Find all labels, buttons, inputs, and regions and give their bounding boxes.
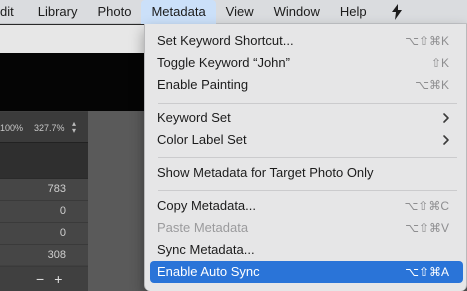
menu-item-keyword-set[interactable]: Keyword Set (150, 107, 463, 129)
stat-value: 783 (0, 179, 88, 201)
menu-window[interactable]: Window (264, 0, 330, 24)
stat-value: 308 (0, 245, 88, 267)
stat-value: 0 (0, 201, 88, 223)
menu-item-label: Copy Metadata... (157, 198, 256, 213)
menu-library[interactable]: Library (28, 0, 88, 24)
menu-view[interactable]: View (216, 0, 264, 24)
menu-item-copy-metadata[interactable]: Copy Metadata... ⌥⇧⌘C (150, 195, 463, 217)
stats-list: 783 0 0 308 (0, 178, 88, 267)
minus-button[interactable]: − (36, 271, 44, 287)
menu-item-color-label-set[interactable]: Color Label Set (150, 129, 463, 151)
menu-item-label: Toggle Keyword “John” (157, 55, 290, 70)
stat-value: 0 (0, 223, 88, 245)
menu-item-label: Color Label Set (157, 132, 247, 147)
menu-separator (158, 103, 457, 104)
menu-item-enable-auto-sync[interactable]: Enable Auto Sync ⌥⇧⌘A (150, 261, 463, 283)
shortcut-label: ⇧K (430, 56, 449, 70)
menu-item-label: Enable Auto Sync (157, 264, 260, 279)
zoom-stepper-icon[interactable]: ▴ ▾ (72, 120, 76, 135)
shortcut-label: ⌥⇧⌘K (405, 34, 449, 48)
menu-item-show-metadata-target[interactable]: Show Metadata for Target Photo Only (150, 162, 463, 184)
shortcut-label: ⌥⇧⌘A (405, 265, 449, 279)
menu-item-label: Enable Painting (157, 77, 249, 92)
menu-help[interactable]: Help (330, 0, 377, 24)
menu-item-label: Paste Metadata (157, 220, 249, 235)
chevron-right-icon (443, 135, 449, 145)
shortcut-label: ⌥⇧⌘C (404, 199, 449, 213)
chevron-right-icon (443, 113, 449, 123)
menu-item-label: Show Metadata for Target Photo Only (157, 165, 374, 180)
menu-separator (158, 157, 457, 158)
shortcut-label: ⌥⌘K (415, 78, 449, 92)
menu-item-set-keyword-shortcut[interactable]: Set Keyword Shortcut... ⌥⇧⌘K (150, 30, 463, 52)
zoom-100[interactable]: 100% (0, 123, 23, 133)
menu-bar: dit Library Photo Metadata View Window H… (0, 0, 467, 24)
menu-item-sync-metadata[interactable]: Sync Metadata... (150, 239, 463, 261)
shortcut-label: ⌥⇧⌘V (405, 221, 449, 235)
metadata-menu: Set Keyword Shortcut... ⌥⇧⌘K Toggle Keyw… (144, 24, 467, 291)
menu-item-enable-painting[interactable]: Enable Painting ⌥⌘K (150, 74, 463, 96)
navigator-zoom-row: 100% 327.7% ▴ ▾ (0, 112, 88, 143)
menu-item-label: Sync Metadata... (157, 242, 255, 257)
menu-metadata[interactable]: Metadata (141, 0, 216, 24)
menu-photo[interactable]: Photo (87, 0, 141, 24)
menu-edit[interactable]: dit (0, 0, 28, 24)
lightroom-helper-icon[interactable] (385, 0, 409, 24)
menu-item-paste-metadata[interactable]: Paste Metadata ⌥⇧⌘V (150, 217, 463, 239)
menu-separator (158, 190, 457, 191)
menu-item-label: Set Keyword Shortcut... (157, 33, 294, 48)
panel-divider (0, 143, 88, 179)
menu-item-toggle-keyword[interactable]: Toggle Keyword “John” ⇧K (150, 52, 463, 74)
panel-controls: − + (36, 270, 80, 288)
plus-button[interactable]: + (54, 271, 62, 287)
zoom-327[interactable]: 327.7% (34, 123, 65, 133)
menu-item-label: Keyword Set (157, 110, 231, 125)
